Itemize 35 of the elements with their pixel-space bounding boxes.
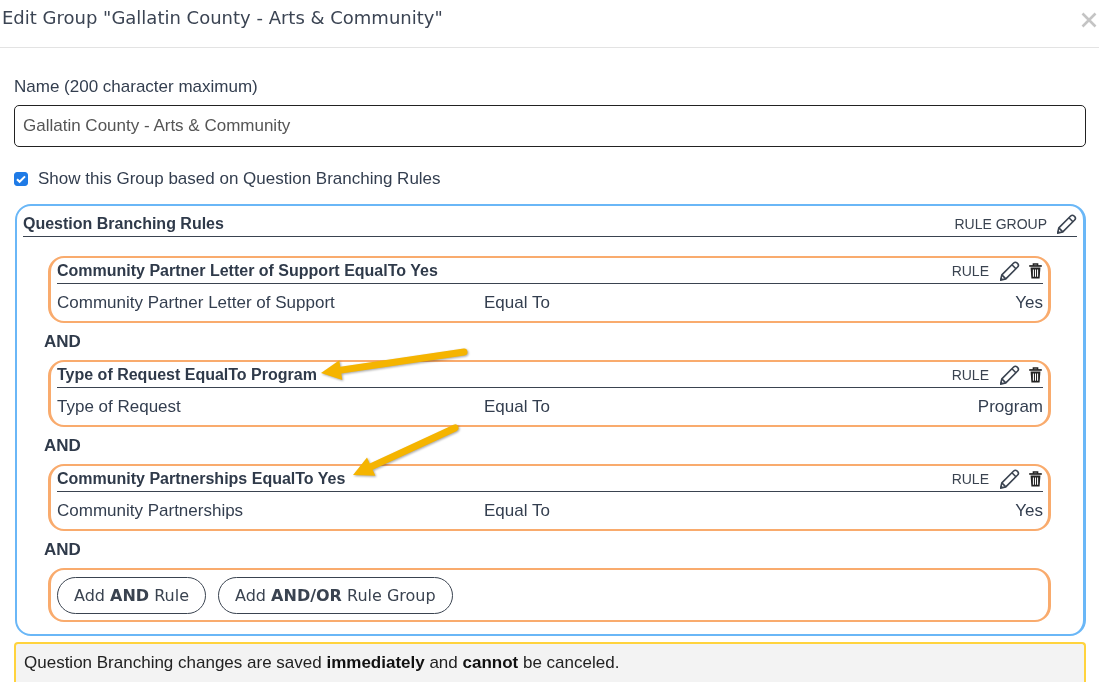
rule-answer: Yes xyxy=(1015,293,1043,313)
rule-operator: Equal To xyxy=(484,501,551,521)
add-rule-group-button[interactable]: Add AND/OR Rule Group xyxy=(218,577,453,614)
connector-label: AND xyxy=(44,436,81,456)
checkbox[interactable] xyxy=(14,172,28,186)
rule-question: Community Partnerships xyxy=(57,501,245,521)
pencil-icon[interactable] xyxy=(1000,261,1020,281)
name-input[interactable]: Gallatin County - Arts & Community xyxy=(14,105,1086,147)
rule-answer: Program xyxy=(977,397,1043,417)
rule-answer: Yes xyxy=(1015,501,1043,521)
field-label: Name (200 character maximum) xyxy=(14,77,259,97)
rule-title: Community Partner Letter of Support EqualTo Yes xyxy=(57,261,438,281)
add-rule-button[interactable]: Add AND Rule xyxy=(57,577,207,614)
rule-group-tag: RULE GROUP xyxy=(954,214,1047,234)
rule-operator: Equal To xyxy=(484,397,551,417)
rule-title: Community Partnerships EqualTo Yes xyxy=(57,469,346,489)
rule-title: Type of Request EqualTo Program xyxy=(57,365,317,385)
rule-question: Community Partner Letter of Support xyxy=(57,293,336,313)
pencil-icon[interactable] xyxy=(1057,214,1077,234)
rule-question: Type of Request xyxy=(57,397,182,417)
warning-notice: Question Branching changes are saved immediately and cannot be canceled. xyxy=(14,642,1086,682)
rule-tag: RULE xyxy=(951,365,989,385)
trash-icon[interactable] xyxy=(1029,263,1042,279)
pencil-icon[interactable] xyxy=(1000,469,1020,489)
pencil-icon[interactable] xyxy=(1000,365,1020,385)
rule-operator: Equal To xyxy=(484,293,551,313)
dialog-title: Edit Group "Gallatin County - Arts & Community" xyxy=(2,6,443,30)
checkbox-label: Show this Group based on Question Branching Rules xyxy=(38,169,441,189)
connector-label: AND xyxy=(44,540,81,560)
rule-group-title: Question Branching Rules xyxy=(23,214,224,234)
rule-tag: RULE xyxy=(951,469,989,489)
trash-icon[interactable] xyxy=(1029,471,1042,487)
trash-icon[interactable] xyxy=(1029,367,1042,383)
rule-tag: RULE xyxy=(951,261,989,281)
connector-label: AND xyxy=(44,332,81,352)
